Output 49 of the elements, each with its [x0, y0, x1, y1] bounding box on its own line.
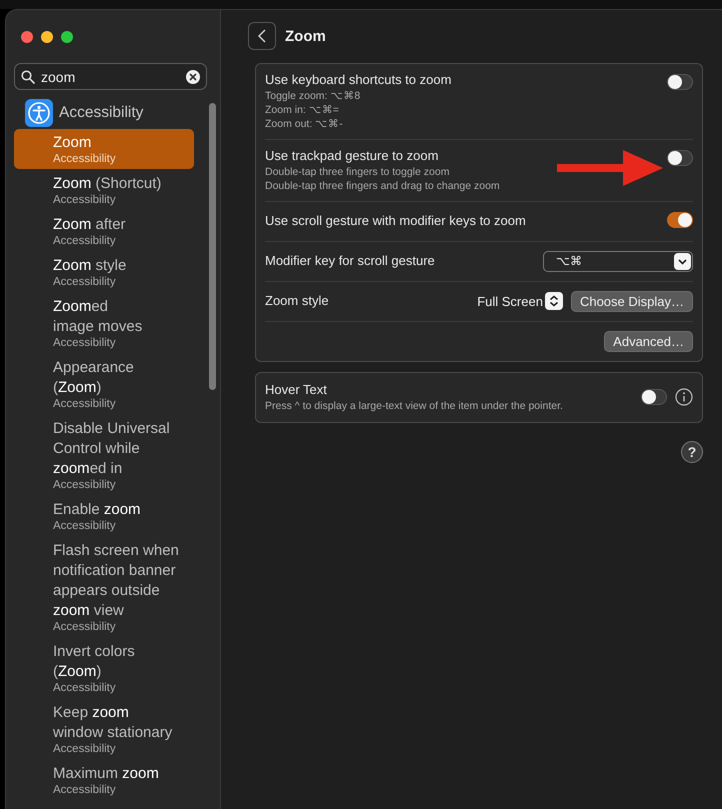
search-field[interactable]: zoom — [14, 63, 207, 90]
search-result[interactable]: Zoomed image moves Accessibility — [14, 293, 194, 353]
search-result[interactable]: Zoom after Accessibility — [14, 211, 194, 251]
setting-note: Toggle zoom: ⌥⌘8 — [265, 89, 362, 103]
toggle-switch[interactable] — [641, 389, 667, 405]
info-icon[interactable] — [675, 388, 693, 406]
scrollbar[interactable] — [209, 103, 216, 390]
search-input[interactable]: zoom — [41, 68, 180, 84]
search-result[interactable]: Appearance (Zoom) Accessibility — [14, 354, 194, 414]
setting-label: Use scroll gesture with modifier keys to zoom — [265, 212, 526, 230]
accessibility-icon — [25, 99, 53, 127]
zoom-button[interactable] — [61, 31, 73, 43]
chevron-down-icon — [674, 252, 691, 270]
section-label: Accessibility — [59, 104, 144, 122]
toggle-switch[interactable] — [667, 150, 693, 166]
search-result[interactable]: Zoom (Shortcut) Accessibility — [14, 170, 194, 210]
setting-note: Double-tap three fingers to toggle zoom — [265, 165, 450, 179]
close-button[interactable] — [21, 31, 33, 43]
search-icon — [21, 70, 35, 84]
chevron-left-icon — [258, 29, 266, 43]
setting-label: Use keyboard shortcuts to zoom — [265, 71, 452, 89]
toggle-switch[interactable] — [667, 212, 693, 228]
search-result[interactable]: Enable zoom Accessibility — [14, 496, 194, 536]
toggle-switch[interactable] — [667, 74, 693, 90]
search-result[interactable]: Disable Universal Control while zoomed in Accessibility — [14, 415, 194, 495]
search-result[interactable]: Maximum zoom Accessibility — [14, 760, 194, 800]
minimize-button[interactable] — [41, 31, 53, 43]
search-result[interactable]: Zoom style Accessibility — [14, 252, 194, 292]
modifier-dropdown[interactable]: ⌥⌘ — [543, 250, 693, 272]
stepper-icon[interactable] — [544, 292, 563, 310]
back-button[interactable] — [248, 22, 276, 50]
page-title: Zoom — [285, 28, 326, 44]
advanced-button[interactable]: Advanced… — [604, 330, 693, 352]
help-button[interactable]: ? — [681, 441, 703, 463]
setting-note: Zoom in: ⌥⌘= — [265, 103, 340, 117]
search-result[interactable]: Invert colors (Zoom) Accessibility — [14, 638, 194, 698]
setting-label: Zoom style — [265, 292, 329, 310]
search-result[interactable]: Keep zoom window stationary Accessibility — [14, 699, 194, 759]
setting-note: Double-tap three fingers and drag to change zoom — [265, 179, 500, 193]
setting-note: Zoom out: ⌥⌘- — [265, 117, 344, 131]
style-popup[interactable]: Full Screen — [477, 294, 543, 308]
clear-icon[interactable] — [186, 70, 200, 84]
choose-display-button[interactable]: Choose Display… — [570, 290, 693, 312]
setting-label: Hover Text — [265, 381, 328, 399]
search-result[interactable]: Zoom Accessibility — [14, 129, 194, 169]
search-result[interactable]: Flash screen when notification banner appears outside zoom view Accessibility — [14, 537, 194, 637]
setting-note: Press ^ to display a large-text view of the item under the pointer. — [265, 399, 563, 413]
setting-label: Use trackpad gesture to zoom — [265, 147, 440, 165]
setting-label: Modifier key for scroll gesture — [265, 252, 435, 270]
